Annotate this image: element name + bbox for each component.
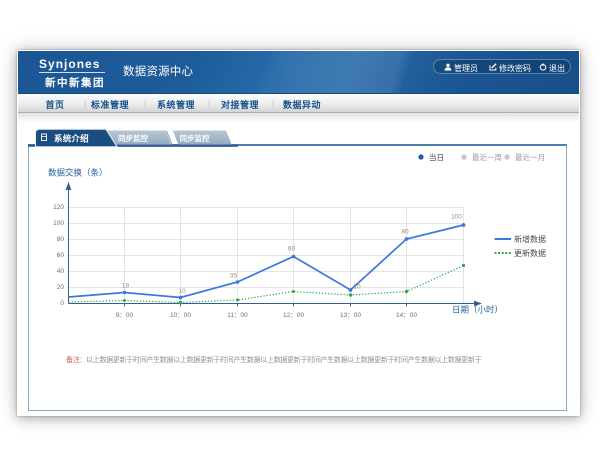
svg-text:新增数据: 新增数据	[514, 234, 546, 244]
svg-text:80: 80	[57, 236, 65, 243]
svg-text:18: 18	[122, 283, 130, 290]
svg-text:120: 120	[53, 204, 64, 211]
svg-text:10：00: 10：00	[170, 312, 191, 319]
svg-text:日期（小时）: 日期（小时）	[452, 305, 503, 315]
svg-text:最近一月: 最近一月	[515, 152, 545, 162]
svg-text:14：00: 14：00	[396, 312, 417, 319]
svg-text:0: 0	[60, 300, 64, 307]
svg-text:更新数据: 更新数据	[514, 248, 546, 258]
svg-text:系统介绍: 系统介绍	[54, 134, 89, 144]
svg-text:10: 10	[353, 284, 361, 291]
svg-text:20: 20	[57, 284, 65, 291]
svg-text:40: 40	[57, 268, 65, 275]
svg-text:35: 35	[230, 273, 238, 280]
svg-text:100: 100	[451, 214, 462, 221]
svg-text:11：00: 11：00	[227, 312, 248, 319]
svg-text:最近一周: 最近一周	[472, 152, 502, 162]
svg-text:80: 80	[401, 229, 409, 236]
svg-text:10: 10	[178, 288, 186, 295]
svg-text:当日: 当日	[429, 152, 444, 162]
svg-text:100: 100	[53, 220, 64, 227]
svg-text:同步监控: 同步监控	[180, 133, 210, 143]
svg-text:同步监控: 同步监控	[118, 133, 148, 143]
svg-text:12：00: 12：00	[283, 312, 304, 319]
svg-text:60: 60	[288, 246, 296, 253]
svg-text:9：00: 9：00	[116, 312, 134, 319]
svg-text:13：00: 13：00	[340, 312, 361, 319]
svg-text:60: 60	[57, 252, 65, 259]
svg-text:数据交换（条）: 数据交换（条）	[48, 168, 108, 178]
